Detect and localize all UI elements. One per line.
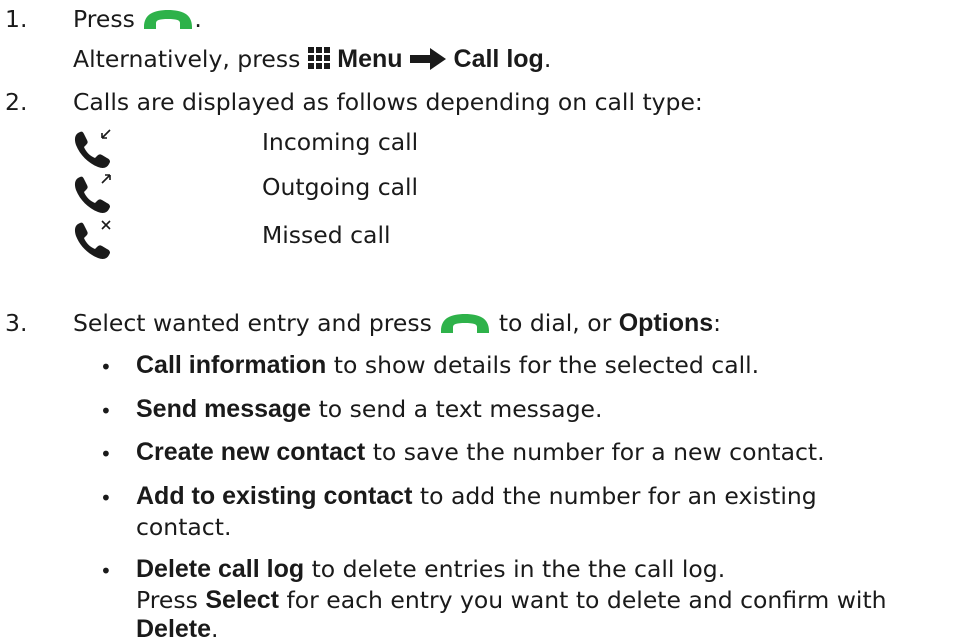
incoming-call-icon [72,127,114,171]
bullet-call-information-bold: Call information [136,351,327,379]
bullet-create-new-contact-bold: Create new contact [136,438,366,466]
step-1-line-1: Press . [73,4,202,34]
bullet-marker: • [100,442,112,466]
bullet-delete-call-log: Delete call log to delete entries in the… [136,554,725,584]
step-2-text: Calls are displayed as follows depending… [73,88,703,116]
select-label: Select [205,586,279,614]
menu-label: Menu [337,45,403,73]
options-label: Options [618,309,714,337]
call-log-label: Call log [453,45,544,73]
bullet-marker: • [100,559,112,583]
bullet-create-new-contact: Create new contact to save the number fo… [136,437,825,467]
bullet-delete-call-log-line-2: Press Select for each entry you want to … [136,585,887,615]
bullet-call-information: Call information to show details for the… [136,350,759,380]
incoming-call-label: Incoming call [262,128,419,156]
delete-line-2-pre: Press [136,586,206,614]
bullet-delete-call-log-line-3: Delete. [136,614,219,644]
bullet-call-information-text: to show details for the selected call. [326,351,760,379]
bullet-send-message-bold: Send message [136,395,312,423]
bullet-add-to-existing-text: to add the number for an existing [412,482,817,510]
bullet-add-to-existing-cont: contact. [136,513,232,541]
bullet-delete-call-log-text: to delete entries in the the call log. [304,555,726,583]
call-key-icon [439,311,491,333]
arrow-right-icon [410,47,447,70]
bullet-create-new-contact-text: to save the number for a new contact. [365,438,825,466]
step-1-alt-text: Alternatively, press [73,45,301,73]
step-1-press-text: Press [73,5,135,33]
outgoing-call-label: Outgoing call [262,173,419,201]
step-1-period: . [194,5,202,33]
step-3-colon: : [713,309,722,337]
delete-line-3-post: . [211,615,219,643]
delete-line-2-post: for each entry you want to delete and co… [279,586,887,614]
step-3-number: 3. [5,309,28,337]
bullet-add-to-existing-contact: Add to existing contact to add the numbe… [136,481,817,511]
outgoing-call-icon [72,172,114,216]
bullet-marker: • [100,399,112,423]
step-1-alt-period: . [543,45,552,73]
missed-call-icon [72,218,114,262]
delete-label: Delete [136,615,212,643]
step-3-line: Select wanted entry and press to dial, o… [73,308,721,338]
step-1-line-2: Alternatively, press Menu Call log. [73,44,551,74]
menu-grid-icon [307,46,330,69]
bullet-send-message-text: to send a text message. [311,395,603,423]
bullet-add-to-existing-bold: Add to existing contact [136,482,413,510]
step-3-pre-text: Select wanted entry and press [73,309,432,337]
missed-call-label: Missed call [262,221,391,249]
bullet-delete-call-log-bold: Delete call log [136,555,305,583]
step-1-number: 1. [5,5,28,33]
call-key-icon [142,7,194,29]
step-3-mid-text: to dial, or [498,309,612,337]
bullet-send-message: Send message to send a text message. [136,394,602,424]
bullet-marker: • [100,355,112,379]
step-2-number: 2. [5,88,28,116]
bullet-marker: • [100,486,112,510]
